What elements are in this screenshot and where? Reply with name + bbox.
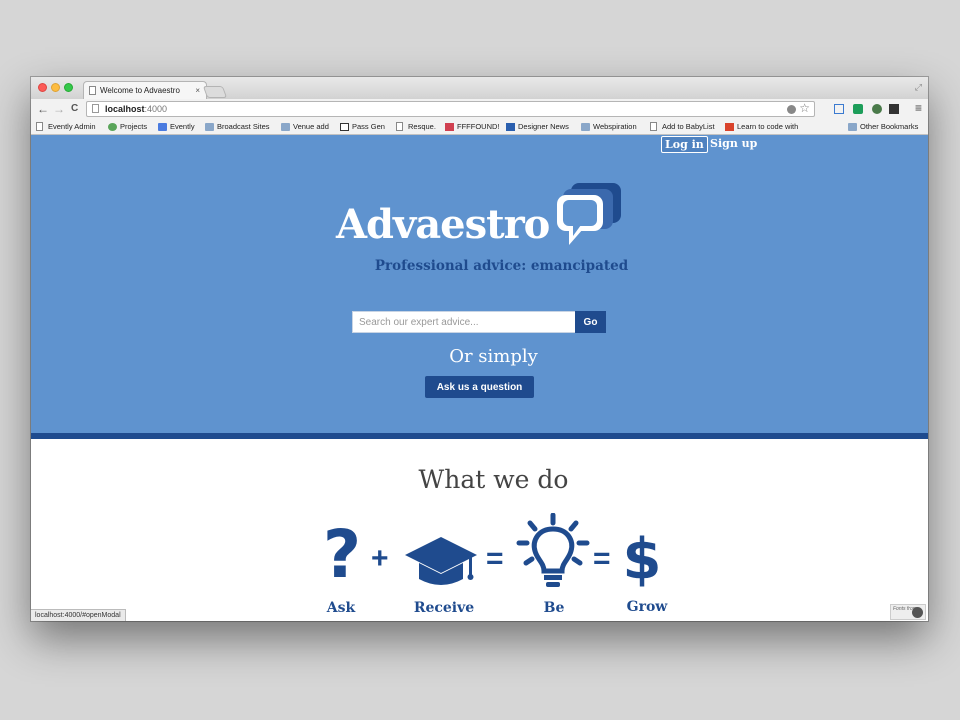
tagline: Professional advice: emancipated [374,258,629,274]
browser-window: Welcome to Advaestro × ⤢ ← → C localhost… [31,77,928,621]
address-bar[interactable]: localhost:4000 ☆ [86,101,815,117]
new-tab-button[interactable] [202,86,228,98]
bookmark-add-to-babylist[interactable]: Add to BabyList [650,122,715,132]
search-input[interactable] [352,311,576,333]
tab-bar: Welcome to Advaestro × ⤢ [31,77,928,100]
bookmark-icon [340,123,349,131]
bookmarks-bar: Evently Admin Projects Evently Broadcast… [31,119,928,135]
bookmark-broadcast-sites[interactable]: Broadcast Sites [205,122,270,132]
fonts-badge[interactable]: Fonts from [890,604,926,620]
bookmark-label: Venue add [293,122,329,131]
url-port: :4000 [144,104,168,114]
bookmark-label: Evently Admin [48,122,96,131]
bookmark-pass-gen[interactable]: Pass Gen [340,122,385,132]
step-label-receive: Receive [413,600,475,616]
bookmark-designer-news[interactable]: Designer News [506,122,569,132]
browser-toolbar: ← → C localhost:4000 ☆ ≡ [31,99,928,119]
bookmark-resque[interactable]: Resque. [396,122,436,132]
page-content: Log in Sign up Advaestro Professional ad… [31,135,928,621]
bookmark-learn-to-code[interactable]: Learn to code with [725,122,798,132]
logo-text: Advaestro [336,201,550,248]
close-window-button[interactable] [38,83,47,92]
equals-operator: = [593,542,611,575]
tab-welcome[interactable]: Welcome to Advaestro × [83,81,207,100]
folder-icon [205,123,214,131]
bookmark-icon [396,122,403,131]
folder-icon [281,123,290,131]
equals-operator: = [486,542,504,575]
bookmark-label: Learn to code with [737,122,799,131]
search-go-button[interactable]: Go [575,311,606,333]
typekit-icon [912,607,923,618]
lightbulb-icon [516,513,590,587]
extension-icon[interactable] [787,105,796,114]
extension-icon[interactable] [889,104,899,114]
login-link[interactable]: Log in [661,136,708,153]
step-label-be: Be [543,600,565,616]
bookmark-label: FFFFOUND! [457,122,500,131]
ask-question-button[interactable]: Ask us a question [425,376,534,398]
bookmark-label: Designer News [518,122,569,131]
bookmark-label: Add to BabyList [662,122,715,131]
bookmark-venue-add[interactable]: Venue add [281,122,329,132]
bookmark-icon [108,123,117,131]
tab-title: Welcome to Advaestro [100,86,180,95]
zoom-window-button[interactable] [64,83,73,92]
bookmark-icon [36,122,43,131]
chrome-menu-icon[interactable]: ≡ [915,101,922,115]
hero-section: Log in Sign up Advaestro Professional ad… [31,135,928,439]
bookmark-label: Broadcast Sites [217,122,270,131]
bookmark-icon [725,123,734,131]
bookmark-icon [650,122,657,131]
graduation-cap-icon [405,537,477,585]
bookmark-projects[interactable]: Projects [108,122,147,132]
signup-link[interactable]: Sign up [707,136,760,151]
bookmark-other-bookmarks[interactable]: Other Bookmarks [848,122,918,132]
bookmark-label: Webspiration [593,122,637,131]
dollar-icon: $ [622,527,662,592]
bookmark-label: Pass Gen [352,122,385,131]
tab-close-icon[interactable]: × [195,82,200,99]
page-icon [92,104,99,113]
folder-icon [848,123,857,131]
bookmark-label: Projects [120,122,148,131]
page-icon [89,86,96,95]
fullscreen-icon[interactable]: ⤢ [915,82,922,93]
bookmark-evently-admin[interactable]: Evently Admin [36,122,96,132]
bookmark-star-icon[interactable]: ☆ [799,101,810,115]
back-button[interactable]: ← [37,102,49,116]
bookmark-label: Other Bookmarks [860,122,919,131]
bookmark-icon [506,123,515,131]
evernote-extension-icon[interactable] [853,104,863,114]
folder-icon [581,123,590,131]
bookmark-ffffound[interactable]: FFFFOUND! [445,122,500,132]
section-title: What we do [418,465,569,494]
forward-button[interactable]: → [53,102,65,116]
screenshot-extension-icon[interactable] [834,104,844,114]
or-simply-text: Or simply [449,346,538,367]
bookmark-icon [158,123,167,131]
bookmark-evently[interactable]: Evently [158,122,195,132]
reload-button[interactable]: C [71,102,78,116]
network-extension-icon[interactable] [872,104,882,114]
step-label-ask: Ask [326,600,356,616]
minimize-window-button[interactable] [51,83,60,92]
url-host: localhost [105,104,145,114]
bookmark-label: Evently [170,122,195,131]
speech-bubbles-logo-icon [557,183,621,245]
plus-operator: + [371,542,389,575]
bookmark-webspiration[interactable]: Webspiration [581,122,637,132]
bookmark-icon [445,123,454,131]
step-label-grow: Grow [626,599,668,615]
question-icon: ? [322,516,362,593]
bookmark-label: Resque. [408,122,436,131]
status-bar: localhost:4000/#openModal [31,609,126,621]
